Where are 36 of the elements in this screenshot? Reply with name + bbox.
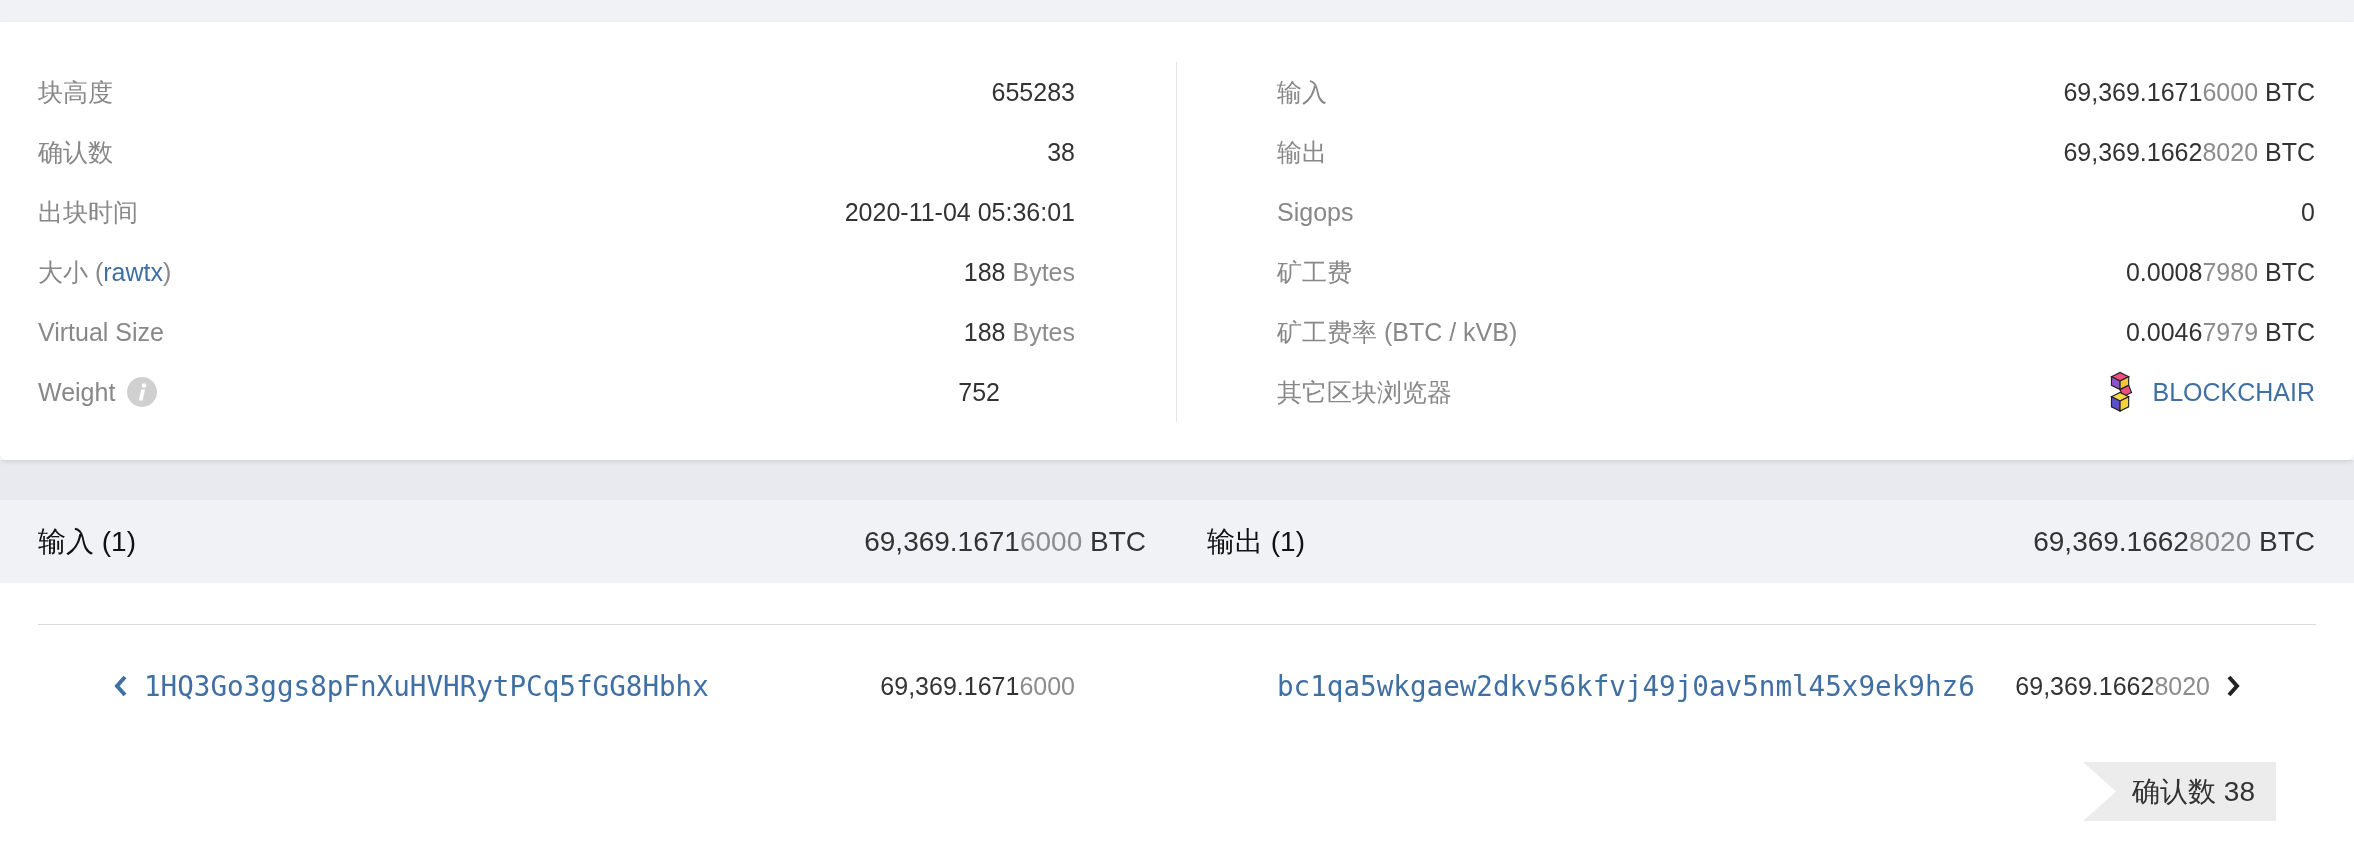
field-label: Weight: [38, 377, 116, 407]
field-value: 69,369.16628020 BTC: [2063, 137, 2315, 167]
chevron-right-icon[interactable]: [2226, 675, 2241, 697]
field-value: 0: [2301, 197, 2315, 227]
field-label: Virtual Size: [38, 317, 164, 347]
address-link[interactable]: bc1qa5wkgaew2dkv56kfvj49j0av5nml45x9ek9hz6: [1277, 669, 1975, 703]
section-title: 输出 (1): [1207, 524, 1305, 559]
field-value: 188 Bytes: [963, 317, 1075, 347]
field-value: 2020-11-04 05:36:01: [844, 197, 1075, 227]
amount-text: 69,369.16628020: [2015, 671, 2210, 701]
field-label: 出块时间: [38, 196, 138, 228]
field-label: 输入: [1277, 76, 1327, 108]
section-title: 输入 (1): [38, 524, 136, 559]
field-value: 69,369.16716000 BTC: [2063, 77, 2315, 107]
amount-text: 69,369.16716000: [880, 671, 1075, 701]
field-label: 块高度: [38, 76, 113, 108]
field-value: 0.00467979 BTC: [2125, 317, 2315, 347]
address-link[interactable]: 1HQ3Go3ggs8pFnXuHVHRytPCq5fGG8Hbhx: [144, 669, 709, 703]
chevron-left-icon[interactable]: [113, 675, 128, 697]
field-label: 矿工费: [1277, 256, 1352, 288]
confirmations-badge: 确认数 38: [2083, 762, 2276, 821]
total-amount: 69,369.16628020 BTC: [2033, 525, 2315, 558]
field-label: 确认数: [38, 136, 113, 168]
field-value: 188 Bytes: [963, 257, 1075, 287]
field-label: 矿工费率 (BTC / kVB): [1277, 316, 1518, 348]
field-label: 大小 (rawtx): [38, 256, 172, 288]
total-amount: 69,369.16716000 BTC: [864, 525, 1146, 558]
explorer-link[interactable]: BLOCKCHAIR: [2107, 370, 2315, 414]
value-link[interactable]: 655283: [991, 77, 1075, 107]
field-label: 其它区块浏览器: [1277, 376, 1452, 408]
field-label: 输出: [1277, 136, 1327, 168]
field-value: 752: [958, 377, 1000, 407]
rawtx-link[interactable]: rawtx: [103, 257, 163, 286]
field-value: 38: [1047, 137, 1075, 167]
field-label: Sigops: [1277, 197, 1354, 227]
field-value: 0.00087980 BTC: [2125, 257, 2315, 287]
